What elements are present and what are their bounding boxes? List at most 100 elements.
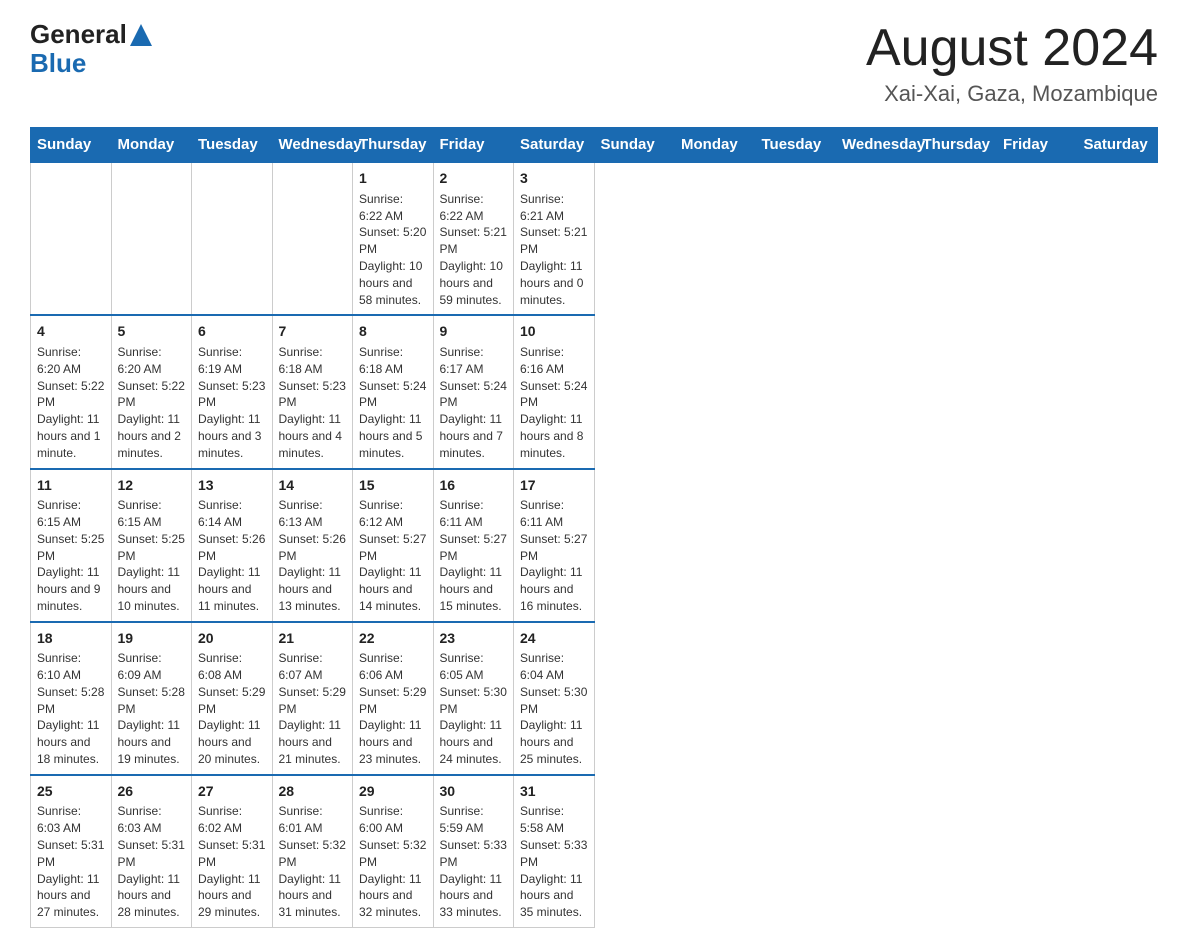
calendar-cell: 8Sunrise: 6:18 AM Sunset: 5:24 PM Daylig… — [353, 315, 434, 468]
calendar-cell: 29Sunrise: 6:00 AM Sunset: 5:32 PM Dayli… — [353, 775, 434, 928]
day-number: 19 — [118, 629, 186, 649]
day-number: 12 — [118, 476, 186, 496]
calendar-cell: 6Sunrise: 6:19 AM Sunset: 5:23 PM Daylig… — [192, 315, 273, 468]
calendar-cell — [31, 162, 112, 315]
calendar-cell: 23Sunrise: 6:05 AM Sunset: 5:30 PM Dayli… — [433, 622, 514, 775]
day-sun-info: Sunrise: 6:18 AM Sunset: 5:24 PM Dayligh… — [359, 344, 427, 462]
calendar-cell: 30Sunrise: 5:59 AM Sunset: 5:33 PM Dayli… — [433, 775, 514, 928]
day-sun-info: Sunrise: 6:19 AM Sunset: 5:23 PM Dayligh… — [198, 344, 266, 462]
logo: General Blue — [30, 20, 152, 77]
calendar-cell: 24Sunrise: 6:04 AM Sunset: 5:30 PM Dayli… — [514, 622, 595, 775]
column-header-sunday: Sunday — [31, 128, 112, 163]
day-number: 25 — [37, 782, 105, 802]
day-sun-info: Sunrise: 6:02 AM Sunset: 5:31 PM Dayligh… — [198, 803, 266, 921]
calendar-cell: 15Sunrise: 6:12 AM Sunset: 5:27 PM Dayli… — [353, 469, 434, 622]
day-sun-info: Sunrise: 6:15 AM Sunset: 5:25 PM Dayligh… — [118, 497, 186, 615]
day-sun-info: Sunrise: 6:04 AM Sunset: 5:30 PM Dayligh… — [520, 650, 588, 768]
calendar-week-row: 4Sunrise: 6:20 AM Sunset: 5:22 PM Daylig… — [31, 315, 1158, 468]
day-sun-info: Sunrise: 6:01 AM Sunset: 5:32 PM Dayligh… — [279, 803, 347, 921]
day-number: 17 — [520, 476, 588, 496]
title-block: August 2024 Xai-Xai, Gaza, Mozambique — [866, 20, 1158, 107]
month-year-title: August 2024 — [866, 20, 1158, 77]
column-header-friday: Friday — [433, 128, 514, 163]
calendar-cell: 2Sunrise: 6:22 AM Sunset: 5:21 PM Daylig… — [433, 162, 514, 315]
day-number: 29 — [359, 782, 427, 802]
calendar-cell: 28Sunrise: 6:01 AM Sunset: 5:32 PM Dayli… — [272, 775, 353, 928]
calendar-cell: 25Sunrise: 6:03 AM Sunset: 5:31 PM Dayli… — [31, 775, 112, 928]
day-number: 4 — [37, 322, 105, 342]
logo-blue: Blue — [30, 48, 86, 78]
calendar-cell: 7Sunrise: 6:18 AM Sunset: 5:23 PM Daylig… — [272, 315, 353, 468]
day-sun-info: Sunrise: 6:00 AM Sunset: 5:32 PM Dayligh… — [359, 803, 427, 921]
calendar-cell: 11Sunrise: 6:15 AM Sunset: 5:25 PM Dayli… — [31, 469, 112, 622]
calendar-cell — [272, 162, 353, 315]
calendar-cell: 3Sunrise: 6:21 AM Sunset: 5:21 PM Daylig… — [514, 162, 595, 315]
column-header-tuesday: Tuesday — [755, 128, 836, 163]
day-number: 13 — [198, 476, 266, 496]
day-sun-info: Sunrise: 6:22 AM Sunset: 5:21 PM Dayligh… — [440, 191, 508, 309]
day-number: 30 — [440, 782, 508, 802]
calendar-week-row: 11Sunrise: 6:15 AM Sunset: 5:25 PM Dayli… — [31, 469, 1158, 622]
column-header-saturday: Saturday — [1077, 128, 1158, 163]
column-header-wednesday: Wednesday — [272, 128, 353, 163]
day-number: 18 — [37, 629, 105, 649]
calendar-table: SundayMondayTuesdayWednesdayThursdayFrid… — [30, 127, 1158, 928]
day-sun-info: Sunrise: 6:20 AM Sunset: 5:22 PM Dayligh… — [37, 344, 105, 462]
calendar-cell: 16Sunrise: 6:11 AM Sunset: 5:27 PM Dayli… — [433, 469, 514, 622]
column-header-sunday: Sunday — [594, 128, 675, 163]
calendar-cell: 27Sunrise: 6:02 AM Sunset: 5:31 PM Dayli… — [192, 775, 273, 928]
calendar-cell: 9Sunrise: 6:17 AM Sunset: 5:24 PM Daylig… — [433, 315, 514, 468]
day-sun-info: Sunrise: 6:22 AM Sunset: 5:20 PM Dayligh… — [359, 191, 427, 309]
calendar-cell: 20Sunrise: 6:08 AM Sunset: 5:29 PM Dayli… — [192, 622, 273, 775]
day-number: 3 — [520, 169, 588, 189]
calendar-week-row: 25Sunrise: 6:03 AM Sunset: 5:31 PM Dayli… — [31, 775, 1158, 928]
day-sun-info: Sunrise: 6:12 AM Sunset: 5:27 PM Dayligh… — [359, 497, 427, 615]
day-number: 7 — [279, 322, 347, 342]
calendar-cell: 18Sunrise: 6:10 AM Sunset: 5:28 PM Dayli… — [31, 622, 112, 775]
day-number: 6 — [198, 322, 266, 342]
calendar-cell: 19Sunrise: 6:09 AM Sunset: 5:28 PM Dayli… — [111, 622, 192, 775]
day-sun-info: Sunrise: 6:11 AM Sunset: 5:27 PM Dayligh… — [520, 497, 588, 615]
calendar-cell: 26Sunrise: 6:03 AM Sunset: 5:31 PM Dayli… — [111, 775, 192, 928]
column-header-wednesday: Wednesday — [836, 128, 917, 163]
day-number: 1 — [359, 169, 427, 189]
day-sun-info: Sunrise: 6:03 AM Sunset: 5:31 PM Dayligh… — [37, 803, 105, 921]
calendar-cell: 17Sunrise: 6:11 AM Sunset: 5:27 PM Dayli… — [514, 469, 595, 622]
day-number: 24 — [520, 629, 588, 649]
calendar-cell: 10Sunrise: 6:16 AM Sunset: 5:24 PM Dayli… — [514, 315, 595, 468]
day-sun-info: Sunrise: 5:59 AM Sunset: 5:33 PM Dayligh… — [440, 803, 508, 921]
calendar-week-row: 18Sunrise: 6:10 AM Sunset: 5:28 PM Dayli… — [31, 622, 1158, 775]
day-number: 14 — [279, 476, 347, 496]
day-sun-info: Sunrise: 6:14 AM Sunset: 5:26 PM Dayligh… — [198, 497, 266, 615]
calendar-cell: 12Sunrise: 6:15 AM Sunset: 5:25 PM Dayli… — [111, 469, 192, 622]
day-sun-info: Sunrise: 6:15 AM Sunset: 5:25 PM Dayligh… — [37, 497, 105, 615]
column-header-tuesday: Tuesday — [192, 128, 273, 163]
day-sun-info: Sunrise: 6:16 AM Sunset: 5:24 PM Dayligh… — [520, 344, 588, 462]
day-number: 16 — [440, 476, 508, 496]
day-sun-info: Sunrise: 6:07 AM Sunset: 5:29 PM Dayligh… — [279, 650, 347, 768]
day-number: 31 — [520, 782, 588, 802]
day-number: 23 — [440, 629, 508, 649]
page-header: General Blue August 2024 Xai-Xai, Gaza, … — [30, 20, 1158, 107]
day-sun-info: Sunrise: 6:08 AM Sunset: 5:29 PM Dayligh… — [198, 650, 266, 768]
day-sun-info: Sunrise: 6:20 AM Sunset: 5:22 PM Dayligh… — [118, 344, 186, 462]
day-number: 11 — [37, 476, 105, 496]
day-sun-info: Sunrise: 6:09 AM Sunset: 5:28 PM Dayligh… — [118, 650, 186, 768]
calendar-cell: 1Sunrise: 6:22 AM Sunset: 5:20 PM Daylig… — [353, 162, 434, 315]
day-sun-info: Sunrise: 6:11 AM Sunset: 5:27 PM Dayligh… — [440, 497, 508, 615]
logo-triangle-icon — [130, 24, 152, 46]
day-number: 15 — [359, 476, 427, 496]
column-header-monday: Monday — [111, 128, 192, 163]
calendar-cell — [192, 162, 273, 315]
location-subtitle: Xai-Xai, Gaza, Mozambique — [866, 81, 1158, 107]
calendar-cell — [111, 162, 192, 315]
day-number: 22 — [359, 629, 427, 649]
calendar-week-row: 1Sunrise: 6:22 AM Sunset: 5:20 PM Daylig… — [31, 162, 1158, 315]
day-sun-info: Sunrise: 6:21 AM Sunset: 5:21 PM Dayligh… — [520, 191, 588, 309]
day-number: 2 — [440, 169, 508, 189]
day-sun-info: Sunrise: 5:58 AM Sunset: 5:33 PM Dayligh… — [520, 803, 588, 921]
logo-general: General — [30, 20, 127, 49]
column-header-friday: Friday — [997, 128, 1078, 163]
calendar-cell: 22Sunrise: 6:06 AM Sunset: 5:29 PM Dayli… — [353, 622, 434, 775]
day-number: 28 — [279, 782, 347, 802]
